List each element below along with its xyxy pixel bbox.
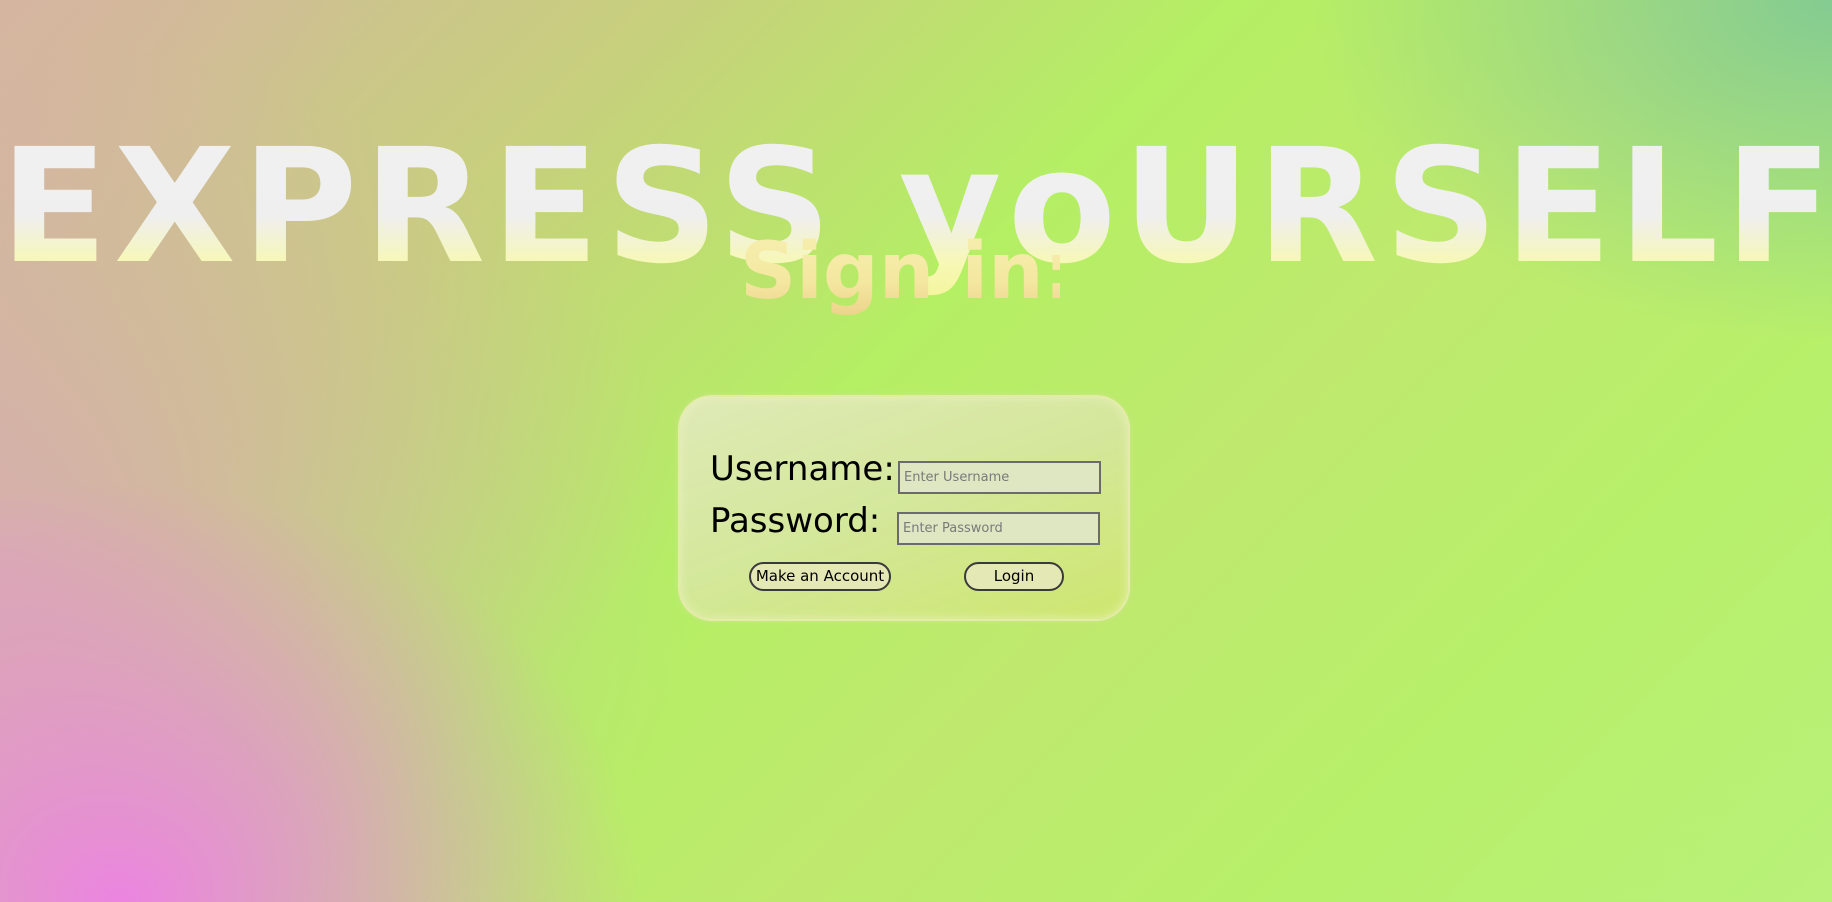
username-input[interactable] bbox=[898, 461, 1101, 494]
sign-in-heading: Sign in: bbox=[740, 222, 1075, 322]
login-button[interactable]: Login bbox=[964, 562, 1064, 591]
password-label: Password: bbox=[710, 501, 881, 541]
username-label: Username: bbox=[710, 449, 895, 489]
password-input[interactable] bbox=[897, 512, 1100, 545]
make-account-button[interactable]: Make an Account bbox=[749, 562, 891, 591]
login-form: Username: Password: Make an Account Logi… bbox=[678, 395, 1130, 621]
